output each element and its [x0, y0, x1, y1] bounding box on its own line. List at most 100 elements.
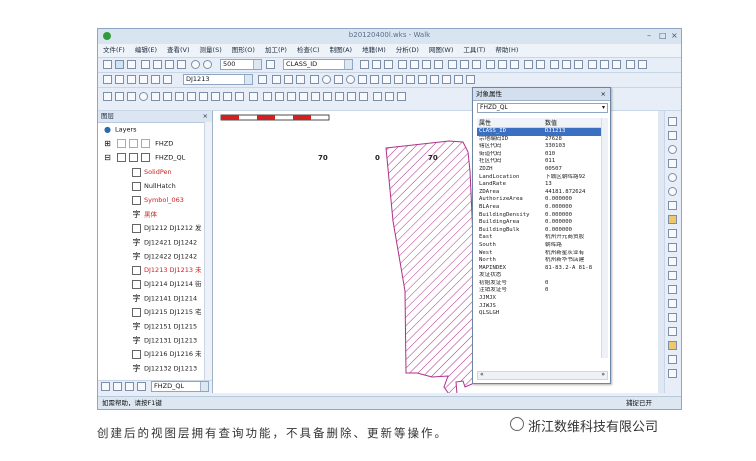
scale-icon[interactable] — [466, 75, 475, 84]
pen-icon[interactable] — [141, 153, 151, 162]
properties-icon[interactable] — [588, 60, 597, 69]
bisect-icon[interactable] — [199, 92, 208, 101]
property-row[interactable]: BuildingBulk 0.000000 — [477, 227, 601, 235]
chevron-down-icon[interactable]: ▾ — [602, 104, 605, 112]
menu-view[interactable]: 查看(V) — [162, 44, 195, 57]
layer-group-fhzd[interactable]: ⊞ FHZD — [103, 137, 173, 150]
menu-cadastre[interactable]: 地籍(M) — [357, 44, 391, 57]
menu-edit[interactable]: 编辑(E) — [130, 44, 162, 57]
ruler-icon[interactable] — [668, 299, 677, 308]
menu-process[interactable]: 加工(P) — [260, 44, 292, 57]
copy-icon[interactable] — [153, 60, 162, 69]
ungroup-icon[interactable] — [347, 92, 356, 101]
measure-distance-icon[interactable] — [668, 257, 677, 266]
pointer-icon[interactable] — [103, 75, 112, 84]
menu-analysis[interactable]: 分析(D) — [391, 44, 424, 57]
hand-icon[interactable] — [668, 201, 677, 210]
layer-item[interactable]: 字 DJ12141 DJ1214 — [132, 292, 198, 305]
measure-icon[interactable] — [410, 60, 419, 69]
filter-icon[interactable] — [384, 60, 393, 69]
dialog-vertical-scrollbar[interactable] — [601, 118, 608, 358]
full-extent-icon[interactable] — [668, 159, 677, 168]
arc-icon[interactable] — [358, 75, 367, 84]
split-icon[interactable] — [486, 60, 495, 69]
bookmark-icon[interactable] — [668, 285, 677, 294]
import-icon[interactable] — [574, 60, 583, 69]
menu-grid[interactable]: 网图(W) — [424, 44, 459, 57]
open-folder-icon[interactable] — [115, 60, 124, 69]
expand-icon[interactable]: ⊞ — [103, 137, 112, 150]
property-row[interactable]: CLASS_ID DJ1213 — [477, 127, 601, 136]
menu-help[interactable]: 帮助(H) — [490, 44, 523, 57]
close-button[interactable]: × — [671, 31, 678, 40]
group-icon[interactable] — [335, 92, 344, 101]
align-top-icon[interactable] — [299, 92, 308, 101]
property-row[interactable]: LandRate 13 — [477, 181, 601, 189]
layer-field-select[interactable]: CLASS_ID — [283, 59, 353, 70]
property-row[interactable]: ZDZH 00507 — [477, 166, 601, 174]
layers-root[interactable]: ● Layers — [103, 123, 137, 136]
mirror-icon[interactable] — [442, 75, 451, 84]
parcel-polygon[interactable] — [385, 140, 486, 398]
layer-item[interactable]: DJ1215 DJ1215 宅 — [132, 306, 202, 319]
menu-graphic[interactable]: 图形(O) — [227, 44, 260, 57]
settings-icon[interactable] — [668, 369, 677, 378]
property-row[interactable]: BuildingArea 0.000000 — [477, 219, 601, 227]
label-icon[interactable] — [235, 92, 244, 101]
property-row[interactable]: QLSLGH — [477, 310, 601, 318]
symbol-icon[interactable] — [163, 75, 172, 84]
property-row[interactable]: North 杭州新华书店建 — [477, 257, 601, 265]
scroll-left-icon[interactable]: « — [480, 371, 484, 378]
crosshair-icon[interactable] — [668, 243, 677, 252]
circle-icon[interactable] — [322, 75, 331, 84]
align-right-icon[interactable] — [287, 92, 296, 101]
chevron-down-icon[interactable] — [200, 382, 208, 391]
zoom-select[interactable]: 500 — [220, 59, 262, 70]
feature-id-select[interactable]: DJ1213 — [183, 74, 253, 85]
image-icon[interactable] — [668, 327, 677, 336]
curve-icon[interactable] — [310, 75, 319, 84]
new-file-icon[interactable] — [103, 60, 112, 69]
join-icon[interactable] — [430, 75, 439, 84]
draw-icon[interactable] — [448, 60, 457, 69]
layers-scrollbar[interactable] — [204, 122, 212, 382]
search-icon[interactable] — [249, 92, 258, 101]
grid-icon[interactable] — [266, 60, 275, 69]
overview-icon[interactable] — [668, 313, 677, 322]
layer-item[interactable]: 字 DJ12422 DJ1242 — [132, 250, 198, 263]
refresh-icon[interactable] — [434, 60, 443, 69]
property-row[interactable]: ZDArea 44181.872624 — [477, 189, 601, 197]
dialog-layer-select[interactable]: FHZD_QL ▾ — [477, 103, 608, 113]
property-row[interactable]: LandLocation 下城区朝晖路92 — [477, 174, 601, 182]
layer-tool-icon[interactable] — [101, 382, 110, 391]
property-row[interactable]: West 杭州新星灰业有 — [477, 250, 601, 258]
layer-item[interactable]: DJ1213 DJ1213 未 — [132, 264, 202, 277]
align-bottom-icon[interactable] — [311, 92, 320, 101]
property-row[interactable]: BLArea 0.000000 — [477, 204, 601, 212]
rotate-icon[interactable] — [510, 60, 519, 69]
print-preview-icon[interactable] — [668, 355, 677, 364]
layer-item[interactable]: DJ1216 DJ1216 未 — [132, 348, 202, 361]
layer-group-fhzd-ql[interactable]: ⊟ FHZD_QL — [103, 151, 185, 164]
paste-icon[interactable] — [165, 60, 174, 69]
offset-icon[interactable] — [382, 75, 391, 84]
break-icon[interactable] — [418, 75, 427, 84]
pan-icon[interactable] — [668, 145, 677, 154]
collapse-icon[interactable]: ⊟ — [103, 151, 112, 164]
layer-icon[interactable] — [360, 60, 369, 69]
property-row[interactable]: MAPINDEX 81-83.2-A 81-8 — [477, 265, 601, 273]
highlight-icon[interactable] — [668, 341, 677, 350]
delete-icon[interactable] — [177, 60, 186, 69]
cross-icon[interactable] — [127, 92, 136, 101]
magnifier-icon[interactable] — [668, 173, 677, 182]
scroll-right-icon[interactable]: » — [601, 371, 605, 378]
zoom-window-icon[interactable] — [668, 187, 677, 196]
edit-layer-icon[interactable] — [372, 60, 381, 69]
layer-item[interactable]: DJ1214 DJ1214 街 — [132, 278, 202, 291]
chart-icon[interactable] — [472, 60, 481, 69]
paint-icon[interactable] — [284, 75, 293, 84]
eye-icon[interactable] — [117, 153, 127, 162]
layer-tree-icon[interactable] — [137, 382, 146, 391]
trim-icon[interactable] — [394, 75, 403, 84]
layer-props-icon[interactable] — [125, 382, 134, 391]
